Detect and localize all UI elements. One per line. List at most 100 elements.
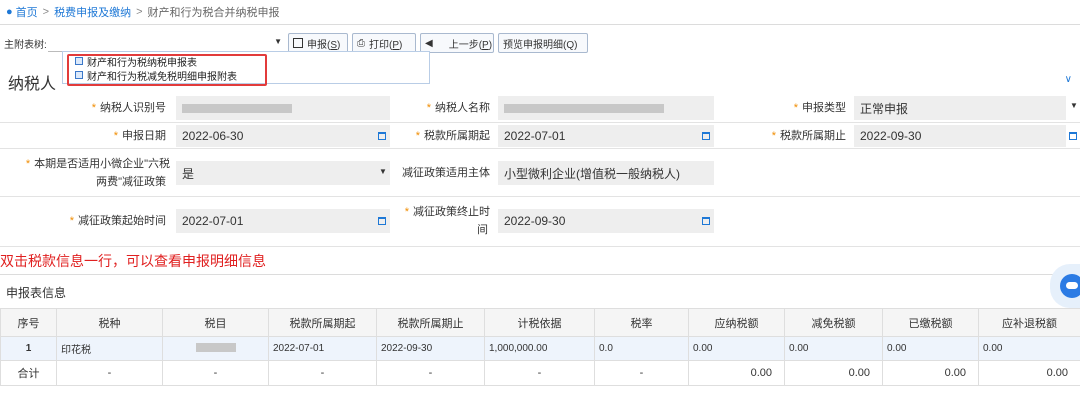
required-mark: * xyxy=(113,130,118,142)
table-total-row: 合计 - - - - - - 0.00 0.00 0.00 0.00 xyxy=(0,360,1080,386)
cell-total-payable: 0.00 xyxy=(688,360,785,386)
cell-dash: - xyxy=(56,360,163,386)
preview-details-button[interactable]: 预览申报明细(Q) xyxy=(498,33,588,53)
calendar-icon[interactable] xyxy=(702,132,710,140)
robot-icon xyxy=(1060,274,1080,298)
column-header: 税率 xyxy=(594,308,689,337)
required-mark: * xyxy=(426,102,431,114)
taxpayer-id-label: * 纳税人识别号 xyxy=(91,102,166,114)
calendar-icon[interactable] xyxy=(702,217,710,225)
cell-total-refund: 0.00 xyxy=(978,360,1080,386)
breadcrumb-current: 财产和行为税合并纳税申报 xyxy=(147,7,280,19)
required-mark: * xyxy=(69,215,74,227)
period-start-label: * 税款所属期起 xyxy=(415,130,490,142)
declare-type-label: * 申报类型 xyxy=(793,102,846,114)
policy-subject-label: 减征政策适用主体 xyxy=(402,167,490,179)
dropdown-item-label: 财产和行为税减免税明细申报附表 xyxy=(87,71,237,83)
breadcrumb-separator: > xyxy=(42,6,50,18)
chevron-down-icon[interactable]: ▼ xyxy=(379,167,387,176)
policy-end-label: * 减征政策终止时 间 xyxy=(404,206,490,236)
form-row: * 申报日期 2022-06-30 * 税款所属期起 2022-07-01 * 税款所… xyxy=(0,123,1080,149)
chat-assistant-button[interactable] xyxy=(1050,264,1080,308)
declaration-table: 序号 税种 税目 税款所属期起 税款所属期止 计税依据 税率 应纳税额 减免税额… xyxy=(0,308,1080,386)
cell-dash: - xyxy=(484,360,595,386)
policy-start-field: 2022-07-01 xyxy=(176,209,390,233)
cell-total-reduced: 0.00 xyxy=(784,360,883,386)
chevron-down-icon[interactable]: ▼ xyxy=(274,37,282,46)
form-row: * 减征政策起始时间 2022-07-01 * 减征政策终止时 间 2022-09-… xyxy=(0,197,1080,247)
calendar-icon[interactable] xyxy=(378,217,386,225)
print-button[interactable]: ⎙ 打印(P) xyxy=(352,33,416,53)
period-end-field: 2022-09-30 xyxy=(854,125,1066,147)
chevron-down-icon[interactable]: ▼ xyxy=(1070,101,1078,110)
breadcrumb-home-link[interactable]: 首页 xyxy=(16,4,38,20)
declare-button[interactable]: 申报(S) xyxy=(288,33,348,53)
taxpayer-id-field xyxy=(176,96,390,120)
section-title: 申报表信息 xyxy=(6,286,67,300)
breadcrumb-separator: > xyxy=(136,6,143,18)
form-icon xyxy=(75,71,83,79)
required-mark: * xyxy=(91,102,96,114)
taxpayer-name-field xyxy=(498,96,714,120)
column-header: 税款所属期止 xyxy=(376,308,485,337)
declare-type-select[interactable]: 正常申报 xyxy=(854,96,1066,120)
period-end-label: * 税款所属期止 xyxy=(771,130,846,142)
printer-icon: ⎙ xyxy=(357,37,365,49)
policy-start-label: * 减征政策起始时间 xyxy=(69,215,166,227)
cell-period-start: 2022-07-01 xyxy=(268,336,377,361)
cell-paid: 0.00 xyxy=(882,336,979,361)
cell-period-end: 2022-09-30 xyxy=(376,336,485,361)
declare-shortcut-key: S xyxy=(330,39,338,51)
form-row: * 纳税人识别号 * 纳税人名称 * 申报类型 正常申报 ▼ xyxy=(0,93,1080,123)
location-pin-icon: ● xyxy=(6,6,13,18)
column-header: 序号 xyxy=(0,308,57,337)
panel-title: 纳税人 xyxy=(8,76,57,93)
cell-dash: - xyxy=(376,360,485,386)
cell-rate: 0.0 xyxy=(594,336,689,361)
dropdown-item-reduction-form[interactable]: 财产和行为税减免税明细申报附表 xyxy=(75,68,237,83)
required-mark: * xyxy=(415,130,420,142)
required-mark: * xyxy=(404,206,409,218)
breadcrumb: ● 首页 > 税费申报及缴纳 > 财产和行为税合并纳税申报 xyxy=(0,0,1080,24)
column-header: 税目 xyxy=(162,308,269,337)
previous-step-button[interactable]: ◀ 上一步(P) xyxy=(420,33,494,53)
arrow-left-icon: ◀ xyxy=(425,37,433,49)
declare-date-label: * 申报日期 xyxy=(113,130,166,142)
divider xyxy=(0,24,1080,25)
required-mark: * xyxy=(771,130,776,142)
previous-step-label: 上一步( xyxy=(448,39,483,51)
preview-details-label: 预览申报明细(Q) xyxy=(503,39,578,51)
cell-seq: 1 xyxy=(0,336,57,361)
collapse-chevron-icon[interactable]: ∨ xyxy=(1065,74,1072,85)
column-header: 应纳税额 xyxy=(688,308,785,337)
print-shortcut-key: P xyxy=(392,39,400,51)
document-icon xyxy=(293,38,303,48)
dropdown-item-main-form[interactable]: 财产和行为税纳税申报表 xyxy=(75,54,197,69)
table-header-row: 序号 税种 税目 税款所属期起 税款所属期止 计税依据 税率 应纳税额 减免税额… xyxy=(0,308,1080,337)
breadcrumb-section-link[interactable]: 税费申报及缴纳 xyxy=(54,4,131,20)
cell-total-paid: 0.00 xyxy=(882,360,979,386)
main-sub-table-select[interactable]: ▼ xyxy=(48,34,284,52)
cell-dash: - xyxy=(594,360,689,386)
calendar-icon[interactable] xyxy=(378,132,386,140)
calendar-icon[interactable] xyxy=(1069,132,1077,140)
column-header: 已缴税额 xyxy=(882,308,979,337)
redacted-value xyxy=(504,103,664,113)
six-tax-policy-label: * 本期是否适用小微企业"六税 两费"减征政策 xyxy=(25,158,170,188)
divider xyxy=(0,274,1080,275)
cell-total-label: 合计 xyxy=(0,360,57,386)
cell-payable: 0.00 xyxy=(688,336,785,361)
dropdown-item-label: 财产和行为税纳税申报表 xyxy=(87,57,197,69)
main-sub-table-dropdown: 财产和行为税纳税申报表 财产和行为税减免税明细申报附表 xyxy=(62,51,430,86)
main-sub-table-label: 主附表树: xyxy=(4,40,47,51)
column-header: 税种 xyxy=(56,308,163,337)
column-header: 计税依据 xyxy=(484,308,595,337)
table-row[interactable]: 1 印花税 2022-07-01 2022-09-30 1,000,000.00… xyxy=(0,336,1080,361)
declare-date-field: 2022-06-30 xyxy=(176,125,390,147)
print-button-label: 打印( xyxy=(369,39,393,51)
form-row: * 本期是否适用小微企业"六税 两费"减征政策 是 ▼ 减征政策适用主体 小型微利… xyxy=(0,149,1080,197)
required-mark: * xyxy=(25,158,31,170)
form-icon xyxy=(75,57,83,65)
six-tax-policy-select[interactable]: 是 xyxy=(176,161,390,185)
cell-tax-item xyxy=(162,336,269,361)
